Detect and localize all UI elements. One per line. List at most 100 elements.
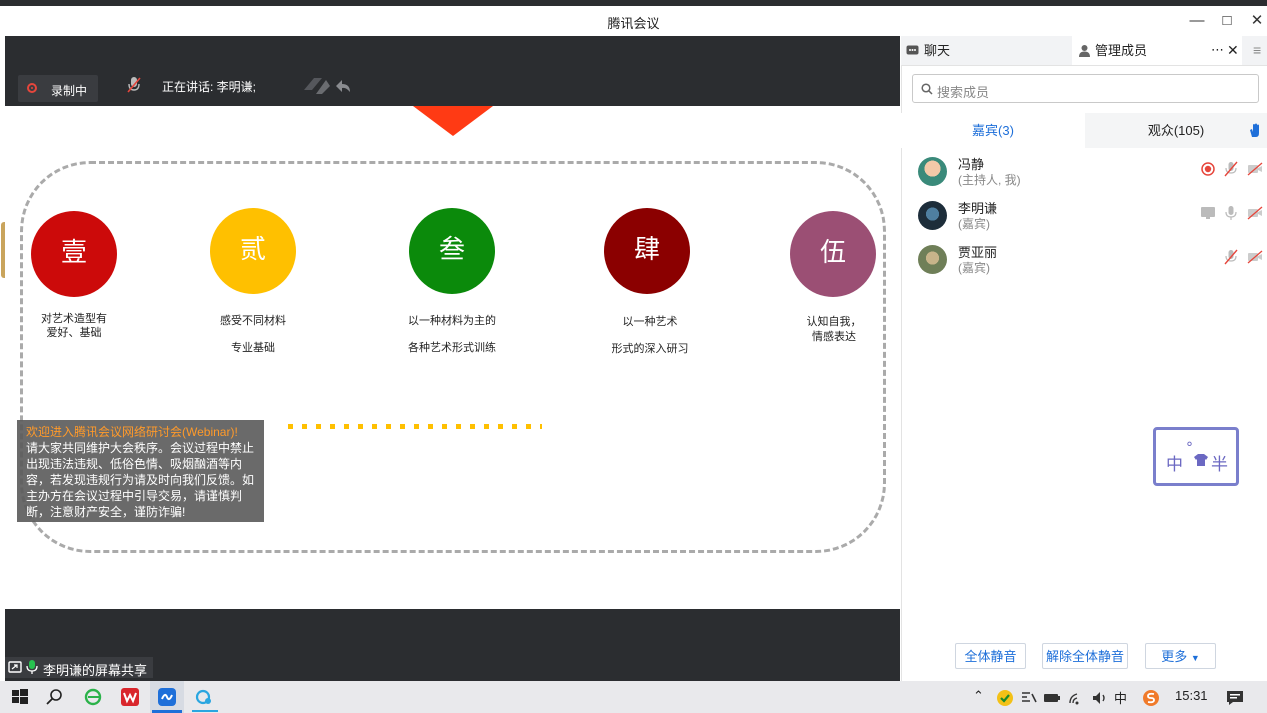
tab-chat-label: 聊天 [924,43,951,58]
avatar [918,157,947,186]
member-row[interactable]: 冯静 (主持人, 我) [901,151,1267,195]
notification-icon[interactable] [1224,688,1246,708]
tencent-meeting-icon[interactable] [156,687,178,707]
panel-tabs: 聊天 管理成员 ⋯ ✕ ≡ [901,36,1267,66]
title-bar: 腾讯会议 — □ ✕ [0,6,1267,36]
clock-time[interactable]: 15:31 [1175,688,1208,703]
stage-caption-4: 以一种艺术 形式的深入研习 [585,309,715,363]
chat-icon [906,45,919,55]
ime-floating-widget[interactable]: 中 ° 半 [1153,427,1239,486]
maximize-button[interactable]: □ [1213,10,1241,32]
speaking-label: 正在讲话: 李明谦; [162,80,257,94]
ime-indicator[interactable]: 中 [1114,688,1127,707]
close-button[interactable]: ✕ [1243,10,1267,32]
search-icon[interactable] [44,687,66,707]
more-options-icon[interactable]: ⋯ [1211,35,1224,64]
close-tab-icon[interactable]: ✕ [1227,36,1239,65]
member-subtabs: 嘉宾(3) 观众(105) [901,113,1267,148]
stage-circle-1: 壹 [31,211,117,297]
notice-body: 请大家共同维护大会秩序。会议过程中禁止出现违法违规、低俗色情、吸烟酗酒等内容，若… [26,441,255,519]
caption-line: 形式的深入研习 [611,343,689,355]
share-label-text: 李明谦的屏幕共享 [43,663,148,678]
recording-label: 录制中 [51,84,88,98]
stage-caption-5: 认知自我， 情感表达 [778,315,890,345]
caption-line: 情感表达 [812,331,856,343]
mute-all-button[interactable]: 全体静音 [955,643,1026,669]
ie-browser-icon[interactable] [82,687,104,707]
avatar [918,245,947,274]
security-tray-icon[interactable] [994,688,1016,708]
menu-icon[interactable]: ≡ [1253,36,1261,65]
more-button-label: 更多 [1161,649,1188,664]
more-button[interactable]: 更多 ▼ [1145,643,1216,669]
stage-circle-3: 叁 [409,208,495,294]
member-row[interactable]: 李明谦 (嘉宾) [901,195,1267,239]
muted-mic-icon[interactable] [1223,249,1239,265]
recording-indicator[interactable]: 录制中 [18,75,98,102]
caption-line: 认知自我， [806,316,862,328]
caption-line: 以一种材料为主的 [408,315,496,327]
member-role: (主持人, 我) [958,173,1021,187]
chevron-down-icon: ▼ [1190,653,1200,663]
member-row[interactable]: 贾亚丽 (嘉宾) [901,239,1267,283]
stage-circle-2: 贰 [210,208,296,294]
battery-icon[interactable] [1041,688,1063,708]
mic-on-icon [26,660,38,674]
browser-icon[interactable] [193,687,215,707]
person-icon [1079,45,1090,57]
sticker-char-right: 半 [1211,455,1228,475]
search-placeholder: 搜索成员 [937,85,990,100]
wps-icon[interactable] [119,687,141,707]
notice-highlight: 欢迎进入腾讯会议网络研讨会(Webinar)! [26,425,238,439]
dotted-progress-line [288,424,542,429]
member-role: (嘉宾) [958,261,990,275]
sticker-char-left: 中 [1166,455,1183,475]
slide-triangle [413,106,493,136]
shirt-icon [1194,454,1208,466]
sogou-ime-icon[interactable] [1140,688,1162,708]
screen-share-icon [1201,207,1215,219]
muted-mic-icon[interactable] [1223,161,1239,177]
caption-line: 各种艺术形式训练 [408,342,496,354]
mic-icon[interactable] [1223,205,1239,221]
raise-hand-icon[interactable] [1249,123,1261,138]
caption-line: 爱好、基础 [46,327,102,339]
caption-line: 专业基础 [231,342,275,354]
window-title: 腾讯会议 [607,16,660,31]
tab-members[interactable]: 管理成员 ⋯ ✕ [1072,36,1242,65]
taskbar: ⌃ 中 15:31 [0,681,1267,713]
volume-icon[interactable] [1089,688,1111,708]
stage-caption-1: 对艺术造型有 爱好、基础 [14,312,134,340]
stage-circle-5: 伍 [790,211,876,297]
windows-start-icon[interactable] [9,687,31,707]
caption-line: 感受不同材料 [220,315,286,327]
record-icon [27,83,37,93]
share-screen-icon [8,661,22,673]
member-search-input[interactable]: 搜索成员 [912,74,1259,103]
record-icon [1201,162,1215,176]
unmute-all-button[interactable]: 解除全体静音 [1042,643,1128,669]
tab-audience[interactable]: 观众(105) [1085,113,1267,148]
avatar [918,201,947,230]
search-icon [921,83,933,95]
caption-line: 对艺术造型有 [41,313,107,325]
tab-guests[interactable]: 嘉宾(3) [901,113,1085,148]
muted-mic-icon [127,77,141,93]
minimize-button[interactable]: — [1183,10,1211,32]
keyboard-icon[interactable] [1018,688,1040,708]
caption-line: 以一种艺术 [622,316,678,328]
sticker-char-mid: ° [1186,440,1193,456]
camera-off-icon[interactable] [1247,249,1263,265]
pointer-tools-icon[interactable] [302,76,352,96]
tab-chat[interactable]: 聊天 [901,36,1071,65]
tab-members-label: 管理成员 [1095,43,1148,58]
camera-off-icon[interactable] [1247,161,1263,177]
app-underline [192,710,218,712]
show-hidden-icons[interactable]: ⌃ [973,688,984,704]
screen-share-label[interactable]: 李明谦的屏幕共享 [5,657,153,678]
wifi-icon[interactable] [1066,688,1088,708]
camera-off-icon[interactable] [1247,205,1263,221]
member-role: (嘉宾) [958,217,990,231]
webinar-notice: 欢迎进入腾讯会议网络研讨会(Webinar)! 请大家共同维护大会秩序。会议过程… [17,420,264,522]
stage-circle-4: 肆 [604,208,690,294]
